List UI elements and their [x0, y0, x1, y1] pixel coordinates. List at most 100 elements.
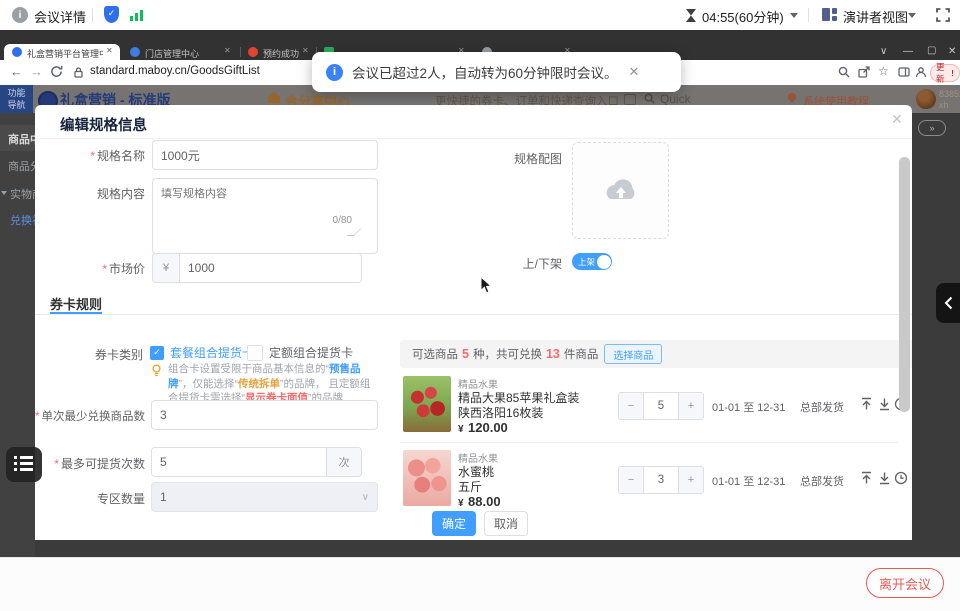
market-price-group: ¥	[152, 253, 362, 283]
check-glyph: ✓	[108, 8, 116, 18]
window-maximize-icon[interactable]: ▢	[927, 45, 936, 57]
view-caret-icon[interactable]	[908, 13, 916, 18]
view-mode-label[interactable]: 演讲者视图	[843, 7, 908, 26]
bulb-icon	[151, 364, 162, 378]
modal-scrollbar-thumb[interactable]	[899, 157, 910, 412]
select-goods-button[interactable]: 选择商品	[604, 344, 662, 364]
max-times-input[interactable]	[152, 448, 326, 476]
spec-name-text: 规格名称	[97, 149, 145, 163]
browser-tab[interactable]: 门店管理中心 ✕	[124, 44, 238, 60]
back-icon[interactable]: ←	[10, 64, 23, 79]
tab-coupon-rules[interactable]: 券卡规则	[50, 294, 102, 313]
url-text[interactable]: standard.maboy.cn/GoodsGiftList	[90, 65, 260, 77]
stepper-input[interactable]	[644, 392, 678, 420]
move-top-icon[interactable]	[860, 471, 873, 485]
spec-name-label: *规格名称	[35, 147, 145, 164]
page-sidebar: 商品中 商品分 实物商 兑换礼	[0, 113, 35, 557]
star-icon[interactable]: ☆	[878, 64, 889, 78]
user-avatar[interactable]	[916, 89, 936, 109]
profile-icon[interactable]	[915, 66, 927, 78]
card-type-option-fixed[interactable]: 定额组合提货卡	[247, 344, 353, 361]
browser-tab[interactable]: 预约成功 ✕	[244, 44, 314, 60]
meeting-timer[interactable]: 04:55(60分钟)	[702, 7, 784, 26]
toast-close-icon[interactable]: ✕	[629, 64, 640, 80]
toggle-knob	[597, 255, 611, 269]
info-glyph: i	[19, 10, 22, 21]
product-row: 精品水果 水蜜桃 五斤 ¥ 88.00 − + 01-01 至 12-31 总部…	[400, 444, 898, 514]
checkbox-unchecked-icon[interactable]	[247, 345, 263, 361]
stepper-input[interactable]	[644, 466, 678, 494]
spec-name-input[interactable]	[152, 140, 378, 170]
quick-label[interactable]: Quick	[660, 92, 691, 106]
layout-view-icon	[822, 8, 837, 21]
toast-text: 会议已超过2人，自动转为60分钟限时会议。	[352, 62, 618, 82]
panel-collapse-tab[interactable]	[936, 283, 960, 323]
sidebar-item-goods-center[interactable]: 商品中	[8, 131, 35, 147]
expand-more-button[interactable]: »	[918, 120, 946, 136]
promo-link-icon[interactable]	[624, 94, 636, 105]
shelf-toggle[interactable]: 上架	[572, 253, 612, 270]
cancel-button[interactable]: 取消	[484, 511, 528, 536]
card-type-option-combo[interactable]: ✓ 套餐组合提货卡	[150, 344, 254, 361]
move-top-icon[interactable]	[860, 397, 873, 411]
window-close-icon[interactable]: ✕	[948, 46, 956, 58]
price-currency: ¥	[458, 498, 464, 509]
timer-caret-icon[interactable]	[790, 13, 798, 18]
shelf-label: 上/下架	[480, 255, 562, 272]
refresh-icon[interactable]	[50, 65, 63, 78]
checkbox-checked-icon[interactable]: ✓	[150, 346, 164, 360]
stepper-minus-button[interactable]: −	[619, 467, 644, 493]
bar2	[135, 13, 138, 21]
zone-count-select[interactable]: 1 ∨	[151, 482, 378, 512]
tab-label: 预约成功	[263, 47, 301, 60]
nav-line2: 导航	[0, 99, 33, 111]
browser-update-button[interactable]: 更新 !	[930, 64, 960, 82]
topbar-divider	[92, 8, 93, 22]
update-exclaim-icon: !	[951, 68, 954, 78]
nav-toggle-box[interactable]: 功能 导航	[0, 85, 33, 115]
market-price-input[interactable]	[180, 254, 361, 282]
forward-icon[interactable]: →	[30, 64, 43, 79]
image-upload-dropzone[interactable]	[572, 142, 669, 239]
sidebar-item-physical-goods[interactable]: 实物商	[10, 186, 35, 202]
tab-search-icon[interactable]: ∨	[880, 46, 887, 58]
stepper-plus-button[interactable]: +	[678, 393, 703, 419]
leave-meeting-button[interactable]: 离开会议	[866, 568, 944, 598]
info-glyph: i	[333, 66, 336, 78]
quick-search-icon[interactable]	[644, 93, 655, 104]
search-zoom-icon[interactable]	[838, 66, 850, 78]
meeting-info-icon[interactable]: i	[12, 7, 28, 23]
update-label: 更新	[936, 61, 948, 85]
move-bottom-icon[interactable]	[878, 397, 891, 411]
min-qty-label: *单次最少兑换商品数	[35, 408, 145, 424]
sidebar-item-goods-category[interactable]: 商品分	[8, 158, 35, 174]
market-price-label: *市场价	[35, 260, 145, 277]
meeting-details-label[interactable]: 会议详情	[34, 7, 86, 26]
product-date-range: 01-01 至 12-31	[712, 473, 785, 489]
char-counter: 0/80	[333, 215, 352, 226]
move-bottom-icon[interactable]	[878, 471, 891, 485]
tab-close-icon[interactable]: ✕	[106, 46, 113, 55]
meeting-agenda-widget[interactable]	[6, 447, 42, 482]
stepper-minus-button[interactable]: −	[619, 393, 644, 419]
window-minimize-icon[interactable]: —	[903, 46, 913, 58]
price-value: 120.00	[468, 420, 508, 435]
tab-close-icon[interactable]: ✕	[224, 46, 231, 55]
sidebar-item-redeem-gift[interactable]: 兑换礼	[10, 212, 35, 228]
share-icon[interactable]	[858, 66, 870, 78]
side-panel-icon[interactable]	[898, 67, 910, 77]
cell	[832, 16, 837, 21]
tab-close-icon[interactable]: ✕	[302, 46, 309, 55]
product-row: 精品水果 精品大果85苹果礼盒装 陕西洛阳16枚装 ¥ 120.00 − + 0…	[400, 370, 898, 440]
modal-close-icon[interactable]: ✕	[891, 111, 903, 128]
fullscreen-icon[interactable]	[936, 8, 950, 22]
signal-bars-icon[interactable]	[130, 9, 143, 21]
browser-tab-active[interactable]: 礼盒营销平台管理中心 ✕	[4, 44, 120, 60]
min-qty-input[interactable]	[151, 400, 378, 430]
stepper-plus-button[interactable]: +	[678, 467, 703, 493]
tutorial-pin-icon	[786, 91, 797, 102]
shield-check-icon[interactable]: ✓	[104, 6, 119, 23]
confirm-button[interactable]: 确定	[432, 511, 476, 536]
clock-icon[interactable]	[894, 471, 908, 485]
zone-count-value: 1	[160, 490, 167, 504]
